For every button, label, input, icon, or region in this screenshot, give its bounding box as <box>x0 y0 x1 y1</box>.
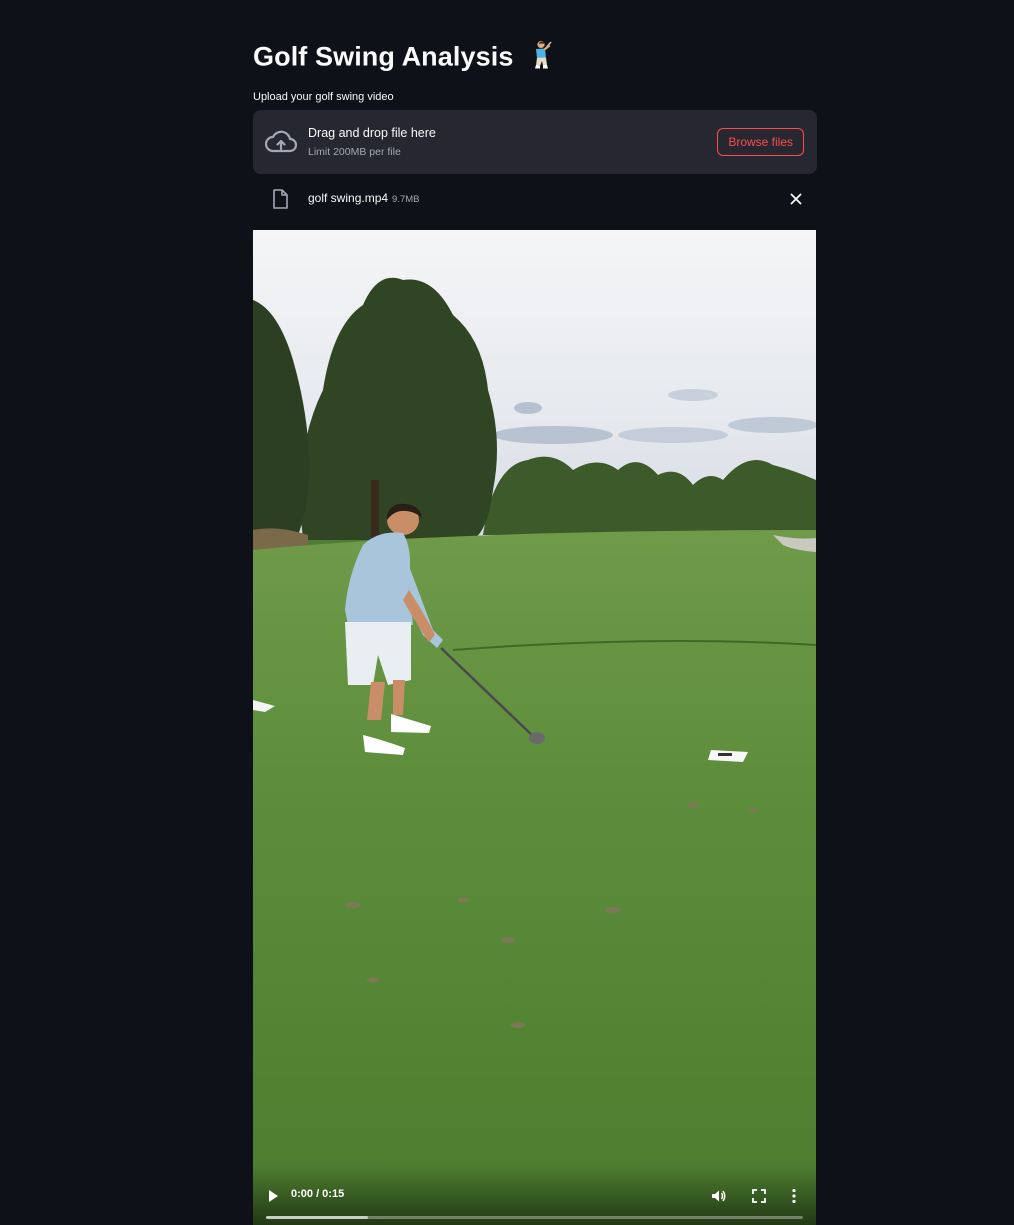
video-player[interactable]: 0:00 / 0:15 <box>253 230 816 1225</box>
cloud-upload-icon <box>265 130 297 153</box>
play-icon[interactable] <box>267 1189 279 1203</box>
uploaded-file-name: golf swing.mp4 9.7MB <box>308 191 420 205</box>
close-icon[interactable] <box>789 192 803 206</box>
file-size: 9.7MB <box>392 194 420 205</box>
file-name-text: golf swing.mp4 <box>308 191 389 205</box>
volume-icon[interactable] <box>711 1188 727 1204</box>
dropzone-instructions: Drag and drop file here Limit 200MB per … <box>308 126 436 158</box>
more-options-icon[interactable] <box>791 1188 797 1204</box>
uploaded-file-row: golf swing.mp4 9.7MB <box>253 184 817 214</box>
uploader-label: Upload your golf swing video <box>253 91 394 103</box>
page-title-text: Golf Swing Analysis <box>253 41 514 72</box>
dropzone-limit: Limit 200MB per file <box>308 146 401 158</box>
file-icon <box>273 189 288 209</box>
dropzone-title: Drag and drop file here <box>308 126 436 140</box>
file-dropzone[interactable]: Drag and drop file here Limit 200MB per … <box>253 110 817 174</box>
fullscreen-icon[interactable] <box>752 1189 766 1203</box>
video-progress-bar[interactable] <box>266 1216 803 1219</box>
golfer-icon <box>527 40 553 77</box>
video-frame <box>253 230 816 1225</box>
video-buffered-bar <box>266 1216 369 1219</box>
browse-files-button[interactable]: Browse files <box>717 128 804 156</box>
video-controls: 0:00 / 0:15 <box>253 1165 816 1225</box>
page-title: Golf Swing Analysis <box>253 40 553 77</box>
video-time: 0:00 / 0:15 <box>291 1188 345 1200</box>
